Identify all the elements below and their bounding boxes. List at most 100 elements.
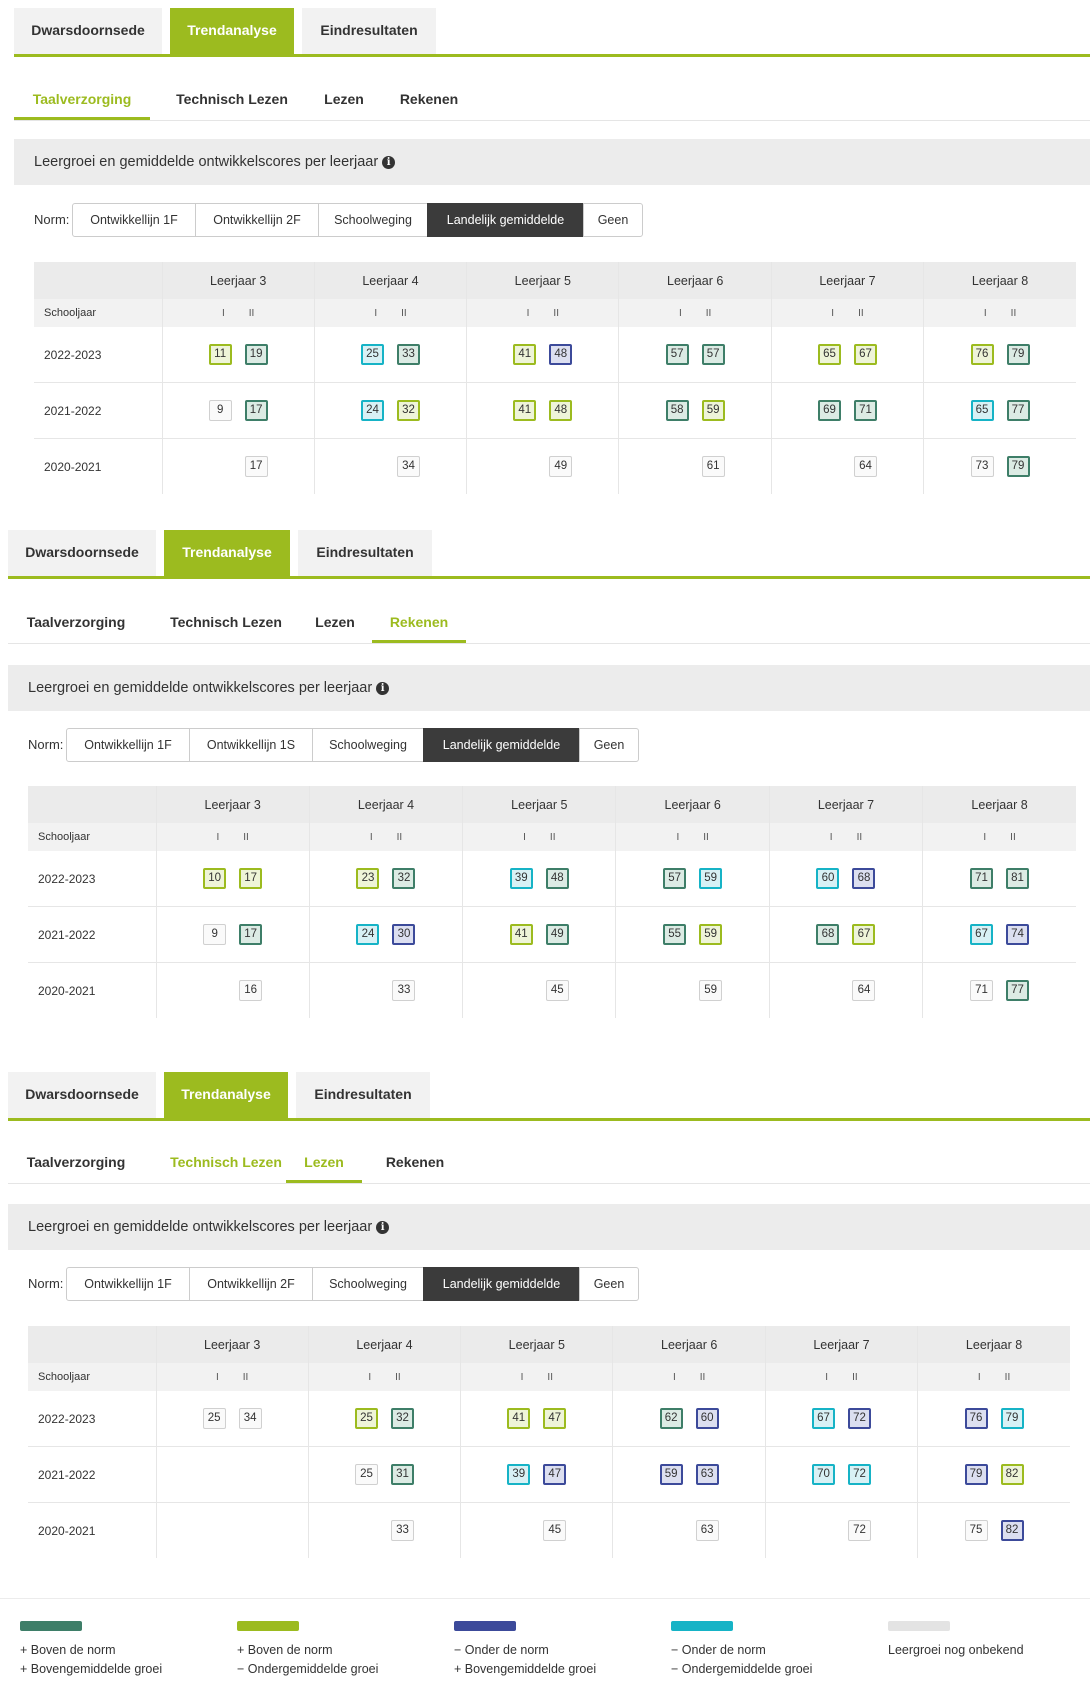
score-badge[interactable]: 25 — [354, 1408, 378, 1429]
score-badge[interactable]: 9 — [208, 400, 232, 421]
score-badge[interactable]: 59 — [659, 1464, 683, 1485]
score-badge[interactable]: 75 — [964, 1520, 988, 1541]
score-badge[interactable]: 65 — [817, 344, 841, 365]
score-badge[interactable]: 73 — [970, 456, 994, 477]
score-badge[interactable]: 74 — [1006, 924, 1030, 945]
score-badge[interactable]: 33 — [390, 1520, 414, 1541]
score-badge[interactable]: 48 — [549, 400, 573, 421]
tab-trendanalyse[interactable]: Trendanalyse — [170, 8, 294, 54]
info-icon[interactable]: i — [376, 1221, 390, 1234]
score-badge[interactable]: 45 — [545, 980, 569, 1001]
norm-option-ontwikkellijn-1f[interactable]: Ontwikkellijn 1F — [66, 728, 190, 762]
score-badge[interactable]: 60 — [695, 1408, 719, 1429]
subtab-technisch-lezen[interactable]: Technisch Lezen — [160, 81, 304, 117]
score-badge[interactable]: 32 — [396, 400, 420, 421]
score-badge[interactable]: 67 — [811, 1408, 835, 1429]
norm-option-geen[interactable]: Geen — [579, 728, 639, 762]
score-badge[interactable]: 25 — [202, 1408, 226, 1429]
score-badge[interactable]: 32 — [390, 1408, 414, 1429]
score-badge[interactable]: 48 — [549, 344, 573, 365]
score-badge[interactable]: 48 — [545, 868, 569, 889]
score-badge[interactable]: 77 — [1006, 980, 1030, 1001]
subtab-technisch-lezen[interactable]: Technisch Lezen — [154, 1144, 298, 1180]
score-badge[interactable]: 55 — [663, 924, 687, 945]
score-badge[interactable]: 77 — [1006, 400, 1030, 421]
score-badge[interactable]: 67 — [970, 924, 994, 945]
norm-option-ontwikkellijn-1f[interactable]: Ontwikkellijn 1F — [72, 203, 196, 237]
subtab-lezen[interactable]: Lezen — [304, 604, 366, 640]
score-badge[interactable]: 61 — [701, 456, 725, 477]
score-badge[interactable]: 64 — [853, 456, 877, 477]
score-badge[interactable]: 24 — [360, 400, 384, 421]
score-badge[interactable]: 58 — [665, 400, 689, 421]
score-badge[interactable]: 71 — [853, 400, 877, 421]
score-badge[interactable]: 33 — [392, 980, 416, 1001]
norm-option-ontwikkellijn-1s[interactable]: Ontwikkellijn 1S — [189, 728, 313, 762]
subtab-taalverzorging[interactable]: Taalverzorging — [14, 81, 150, 120]
score-badge[interactable]: 72 — [847, 1464, 871, 1485]
score-badge[interactable]: 68 — [852, 868, 876, 889]
score-badge[interactable]: 47 — [543, 1408, 567, 1429]
subtab-taalverzorging[interactable]: Taalverzorging — [8, 604, 144, 640]
score-badge[interactable]: 33 — [396, 344, 420, 365]
score-badge[interactable]: 34 — [238, 1408, 262, 1429]
score-badge[interactable]: 41 — [513, 400, 537, 421]
score-badge[interactable]: 32 — [392, 868, 416, 889]
score-badge[interactable]: 62 — [659, 1408, 683, 1429]
norm-option-ontwikkellijn-1f[interactable]: Ontwikkellijn 1F — [66, 1267, 190, 1301]
subtab-rekenen[interactable]: Rekenen — [370, 1144, 460, 1180]
tab-eindresultaten[interactable]: Eindresultaten — [298, 530, 432, 576]
tab-trendanalyse[interactable]: Trendanalyse — [164, 530, 290, 576]
score-badge[interactable]: 45 — [543, 1520, 567, 1541]
score-badge[interactable]: 39 — [509, 868, 533, 889]
score-badge[interactable]: 47 — [543, 1464, 567, 1485]
score-badge[interactable]: 79 — [1006, 344, 1030, 365]
tab-dwarsdoornsede[interactable]: Dwarsdoornsede — [8, 530, 156, 576]
score-badge[interactable]: 17 — [239, 924, 263, 945]
score-badge[interactable]: 76 — [964, 1408, 988, 1429]
score-badge[interactable]: 79 — [964, 1464, 988, 1485]
score-badge[interactable]: 63 — [695, 1464, 719, 1485]
norm-option-ontwikkellijn-2f[interactable]: Ontwikkellijn 2F — [195, 203, 319, 237]
subtab-taalverzorging[interactable]: Taalverzorging — [8, 1144, 144, 1180]
subtab-rekenen[interactable]: Rekenen — [372, 604, 466, 643]
score-badge[interactable]: 72 — [847, 1520, 871, 1541]
score-badge[interactable]: 81 — [1006, 868, 1030, 889]
score-badge[interactable]: 68 — [816, 924, 840, 945]
score-badge[interactable]: 69 — [817, 400, 841, 421]
norm-option-ontwikkellijn-2f[interactable]: Ontwikkellijn 2F — [189, 1267, 313, 1301]
norm-option-landelijk-gemiddelde[interactable]: Landelijk gemiddelde — [423, 1267, 580, 1301]
score-badge[interactable]: 19 — [244, 344, 268, 365]
norm-option-schoolweging[interactable]: Schoolweging — [318, 203, 428, 237]
subtab-rekenen[interactable]: Rekenen — [386, 81, 472, 117]
score-badge[interactable]: 57 — [665, 344, 689, 365]
subtab-lezen[interactable]: Lezen — [310, 81, 378, 117]
score-badge[interactable]: 71 — [970, 980, 994, 1001]
score-badge[interactable]: 17 — [244, 400, 268, 421]
score-badge[interactable]: 70 — [811, 1464, 835, 1485]
score-badge[interactable]: 24 — [356, 924, 380, 945]
subtab-lezen[interactable]: Lezen — [286, 1144, 362, 1183]
score-badge[interactable]: 63 — [695, 1520, 719, 1541]
subtab-technisch-lezen[interactable]: Technisch Lezen — [154, 604, 298, 640]
score-badge[interactable]: 59 — [701, 400, 725, 421]
score-badge[interactable]: 41 — [513, 344, 537, 365]
norm-option-landelijk-gemiddelde[interactable]: Landelijk gemiddelde — [423, 728, 580, 762]
norm-option-geen[interactable]: Geen — [579, 1267, 639, 1301]
score-badge[interactable]: 11 — [208, 344, 232, 365]
score-badge[interactable]: 79 — [1006, 456, 1030, 477]
score-badge[interactable]: 10 — [203, 868, 227, 889]
score-badge[interactable]: 57 — [663, 868, 687, 889]
score-badge[interactable]: 34 — [396, 456, 420, 477]
norm-option-geen[interactable]: Geen — [583, 203, 643, 237]
tab-eindresultaten[interactable]: Eindresultaten — [296, 1072, 430, 1118]
score-badge[interactable]: 60 — [816, 868, 840, 889]
score-badge[interactable]: 41 — [509, 924, 533, 945]
score-badge[interactable]: 49 — [545, 924, 569, 945]
info-icon[interactable]: i — [382, 156, 396, 169]
score-badge[interactable]: 72 — [847, 1408, 871, 1429]
score-badge[interactable]: 25 — [354, 1464, 378, 1485]
score-badge[interactable]: 30 — [392, 924, 416, 945]
score-badge[interactable]: 17 — [244, 456, 268, 477]
score-badge[interactable]: 67 — [853, 344, 877, 365]
